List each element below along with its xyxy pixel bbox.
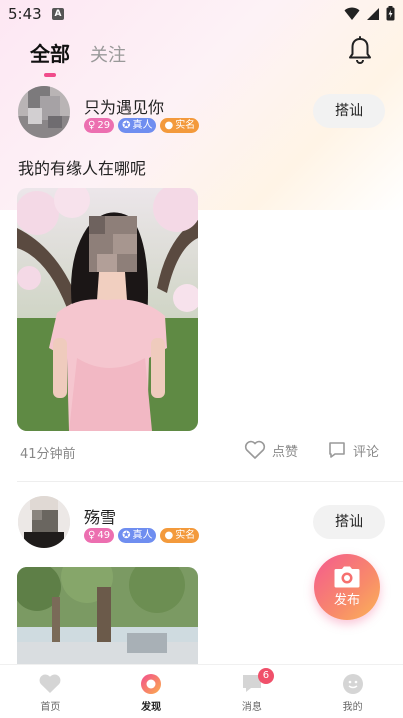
nav-messages-label: 消息 — [241, 702, 262, 713]
username[interactable]: 殇雪 — [84, 504, 116, 528]
post-time: 41分钟前 — [20, 447, 76, 462]
verified-label: 真人 — [132, 530, 153, 541]
avatar[interactable] — [18, 86, 70, 138]
post-divider — [17, 481, 403, 482]
nav-home[interactable]: 首页 — [0, 665, 101, 718]
person-icon: ● — [164, 530, 174, 541]
tab-following[interactable]: 关注 — [90, 41, 126, 67]
post-photo[interactable] — [17, 567, 198, 664]
active-tab-indicator — [44, 73, 56, 77]
discover-icon — [141, 674, 162, 694]
realname-badge: ● 实名 — [160, 118, 200, 133]
tab-all-label: 全部 — [30, 42, 70, 66]
verified-label: 真人 — [132, 120, 153, 131]
avatar[interactable] — [18, 496, 70, 548]
signal-icon — [367, 7, 379, 20]
comment-button[interactable]: 评论 — [327, 440, 379, 460]
post-photo[interactable] — [17, 188, 198, 431]
profile-icon — [342, 674, 363, 694]
battery-icon — [386, 6, 395, 21]
verified-icon: ✪ — [122, 530, 131, 541]
female-icon: ♀ — [88, 530, 96, 541]
nav-messages[interactable]: 6 消息 — [202, 665, 303, 718]
user-badges: ♀ 49 ✪ 真人 ● 实名 — [84, 528, 200, 543]
username[interactable]: 只为遇见你 — [84, 94, 164, 118]
status-indicators — [344, 6, 395, 21]
heart-outline-icon — [244, 440, 266, 459]
nav-profile-label: 我的 — [342, 702, 363, 713]
chat-button[interactable]: 搭讪 — [313, 505, 385, 539]
message-count-badge: 6 — [257, 668, 274, 684]
post-text: 我的有缘人在哪呢 — [18, 159, 147, 178]
realname-badge: ● 实名 — [160, 528, 200, 543]
age-value: 29 — [97, 120, 111, 131]
age-value: 49 — [97, 530, 111, 541]
bottom-nav: 首页 发现 6 消息 我的 — [0, 664, 403, 718]
chat-button[interactable]: 搭讪 — [313, 94, 385, 128]
wifi-icon — [344, 7, 360, 20]
like-label: 点赞 — [272, 444, 299, 460]
app-notification-icon: A — [52, 8, 64, 20]
status-time: 5:43 — [8, 5, 42, 23]
comment-label: 评论 — [353, 444, 380, 460]
verified-badge: ✪ 真人 — [118, 118, 157, 133]
verified-icon: ✪ — [122, 120, 131, 131]
tab-all[interactable]: 全部 — [30, 38, 70, 77]
realname-label: 实名 — [175, 120, 196, 131]
publish-label: 发布 — [333, 593, 360, 608]
feed-tabs: 全部 关注 — [30, 38, 126, 77]
nav-discover[interactable]: 发现 — [101, 665, 202, 718]
heart-icon — [39, 674, 61, 693]
person-icon: ● — [164, 120, 174, 131]
user-badges: ♀ 29 ✪ 真人 ● 实名 — [84, 118, 200, 133]
like-button[interactable]: 点赞 — [244, 440, 298, 460]
nav-profile[interactable]: 我的 — [302, 665, 403, 718]
nav-home-label: 首页 — [40, 702, 61, 713]
comment-icon — [329, 442, 345, 458]
nav-discover-label: 发现 — [141, 702, 162, 713]
publish-button[interactable]: 发布 — [314, 554, 380, 620]
bell-icon[interactable] — [347, 36, 373, 64]
verified-badge: ✪ 真人 — [118, 528, 157, 543]
tab-following-label: 关注 — [90, 45, 126, 66]
female-icon: ♀ — [88, 120, 96, 131]
age-badge: ♀ 49 — [84, 528, 115, 543]
status-bar: 5:43 A — [0, 0, 403, 28]
camera-icon — [334, 566, 360, 588]
age-badge: ♀ 29 — [84, 118, 115, 133]
realname-label: 实名 — [175, 530, 196, 541]
